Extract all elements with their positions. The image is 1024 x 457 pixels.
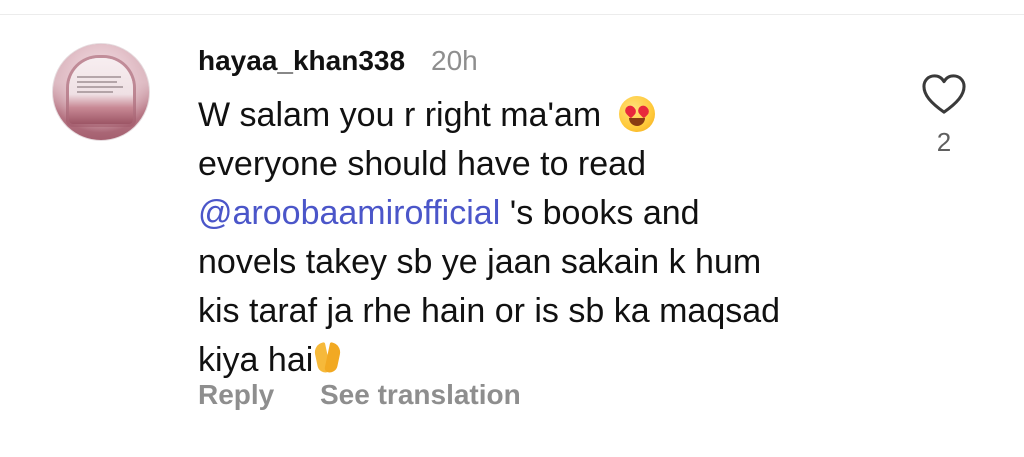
comment-line-5: kis taraf ja rhe hain or is sb ka maqsad bbox=[198, 292, 781, 330]
reply-button[interactable]: Reply bbox=[198, 379, 274, 411]
avatar-text-lines bbox=[77, 76, 125, 96]
comment-line-6: kiya hai bbox=[198, 336, 898, 385]
comment-line-3: @aroobaamirofficial 's books and bbox=[198, 189, 898, 238]
avatar[interactable] bbox=[52, 43, 150, 141]
heart-outline-icon[interactable] bbox=[921, 73, 967, 115]
mention-handle: aroobaamirofficial bbox=[232, 194, 501, 232]
comment-line-3-text: 's books and bbox=[509, 194, 700, 232]
like-count: 2 bbox=[936, 127, 952, 157]
heart-eyes-emoji-icon bbox=[618, 96, 655, 132]
username[interactable]: hayaa_khan338 bbox=[198, 45, 405, 77]
comment-text: W salam you r right ma'am everyone shoul… bbox=[198, 91, 898, 385]
threads-at-icon: @ bbox=[198, 194, 233, 232]
comment-line-2: everyone should have to read bbox=[198, 145, 646, 183]
comment-line-1-text: W salam you r right ma'am bbox=[198, 96, 602, 134]
comment-line-1: W salam you r right ma'am bbox=[198, 91, 898, 140]
timestamp: 20h bbox=[431, 45, 478, 76]
comment-item: hayaa_khan338 20h W salam you r right ma… bbox=[0, 15, 1024, 457]
folded-hands-emoji-icon bbox=[313, 341, 343, 377]
mention-link[interactable]: @aroobaamirofficial bbox=[198, 194, 500, 232]
see-translation-button[interactable]: See translation bbox=[320, 379, 521, 411]
top-divider bbox=[0, 0, 1024, 15]
comment-line-4: novels takey sb ye jaan sakain k hum bbox=[198, 243, 762, 281]
like-area: 2 bbox=[918, 73, 970, 173]
comment-line-6-text: kiya hai bbox=[198, 341, 314, 379]
